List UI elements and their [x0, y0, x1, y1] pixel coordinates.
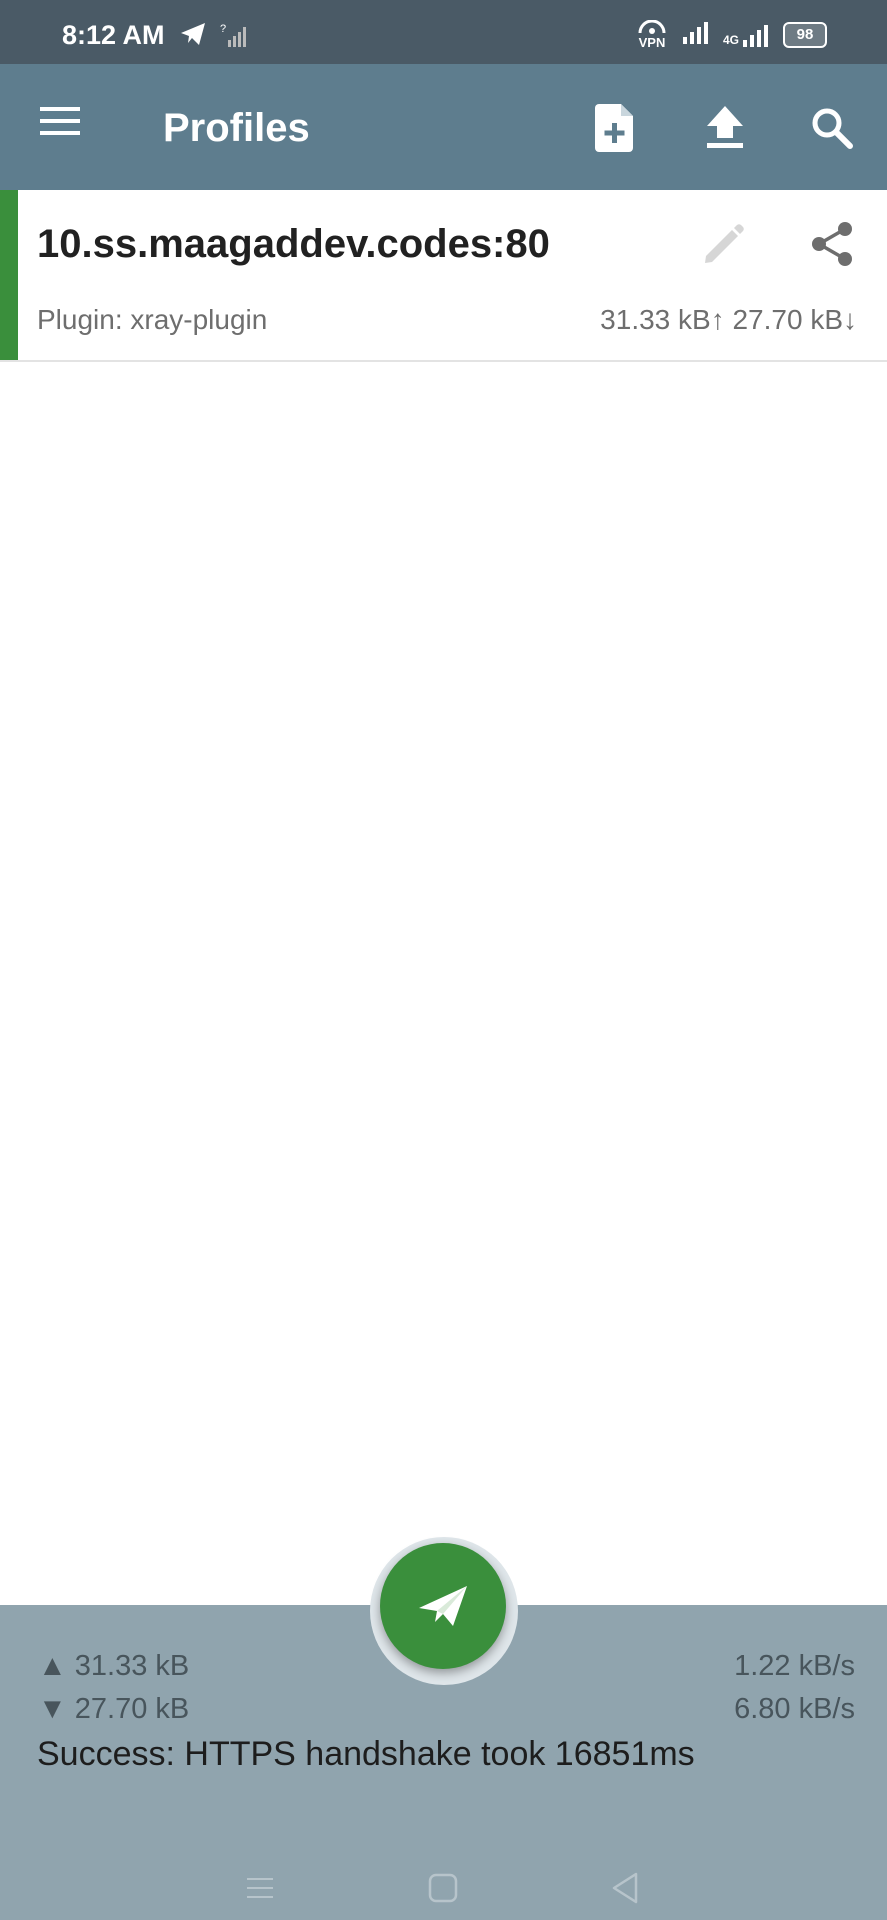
- battery-icon: 98: [783, 21, 827, 48]
- signal-4g-icon: 4G: [723, 23, 769, 47]
- add-file-icon: [595, 104, 633, 152]
- search-button[interactable]: [804, 100, 860, 156]
- status-bar: 8:12 AM ? VPN 4G 98: [0, 0, 887, 64]
- back-icon: [612, 1872, 638, 1904]
- search-icon: [812, 108, 853, 149]
- back-button[interactable]: [605, 1868, 645, 1908]
- home-icon: [428, 1873, 458, 1903]
- home-button[interactable]: [423, 1868, 463, 1908]
- vpn-label: VPN: [638, 35, 666, 50]
- tx-total: ▲ 31.33 kB: [38, 1650, 190, 1682]
- add-profile-button[interactable]: [587, 100, 643, 156]
- profile-name: 10.ss.maagaddev.codes:80: [37, 222, 550, 266]
- edit-profile-button[interactable]: [698, 218, 750, 270]
- system-nav-bar: [0, 1840, 887, 1920]
- vpn-icon: VPN: [637, 19, 667, 50]
- profile-plugin: Plugin: xray-plugin: [37, 304, 268, 335]
- battery-level: 98: [796, 26, 814, 43]
- status-time: 8:12 AM: [62, 20, 165, 50]
- menu-button[interactable]: [38, 104, 88, 150]
- page-title: Profiles: [163, 106, 310, 150]
- no-sim-signal-icon: ?: [220, 22, 248, 53]
- telegram-icon: [180, 22, 206, 53]
- recents-button[interactable]: [240, 1868, 280, 1908]
- import-button[interactable]: [697, 100, 753, 156]
- tx-rate: 1.22 kB/s: [734, 1650, 855, 1682]
- app-bar: Profiles: [0, 64, 887, 190]
- upload-icon: [707, 106, 743, 148]
- edit-icon: [705, 224, 744, 263]
- connect-button[interactable]: [380, 1543, 506, 1669]
- active-indicator: [0, 190, 18, 360]
- network-type-label: 4G: [722, 32, 739, 47]
- status-notification-icons: ?: [180, 22, 248, 53]
- connection-test-message: Success: HTTPS handshake took 16851ms: [37, 1735, 695, 1773]
- paper-plane-icon: [419, 1586, 467, 1626]
- recents-icon: [247, 1878, 273, 1898]
- profile-traffic: 31.33 kB↑ 27.70 kB↓: [600, 304, 857, 335]
- rx-rate: 6.80 kB/s: [734, 1693, 855, 1725]
- menu-icon: [40, 107, 80, 135]
- share-profile-button[interactable]: [806, 218, 858, 270]
- status-system-icons: VPN 4G 98: [637, 19, 827, 50]
- profile-item[interactable]: 10.ss.maagaddev.codes:80 Plugin: xray-pl…: [0, 190, 887, 362]
- share-icon: [812, 222, 852, 266]
- signal-icon: [681, 20, 709, 49]
- rx-total: ▼ 27.70 kB: [38, 1693, 190, 1725]
- svg-text:?: ?: [220, 23, 226, 35]
